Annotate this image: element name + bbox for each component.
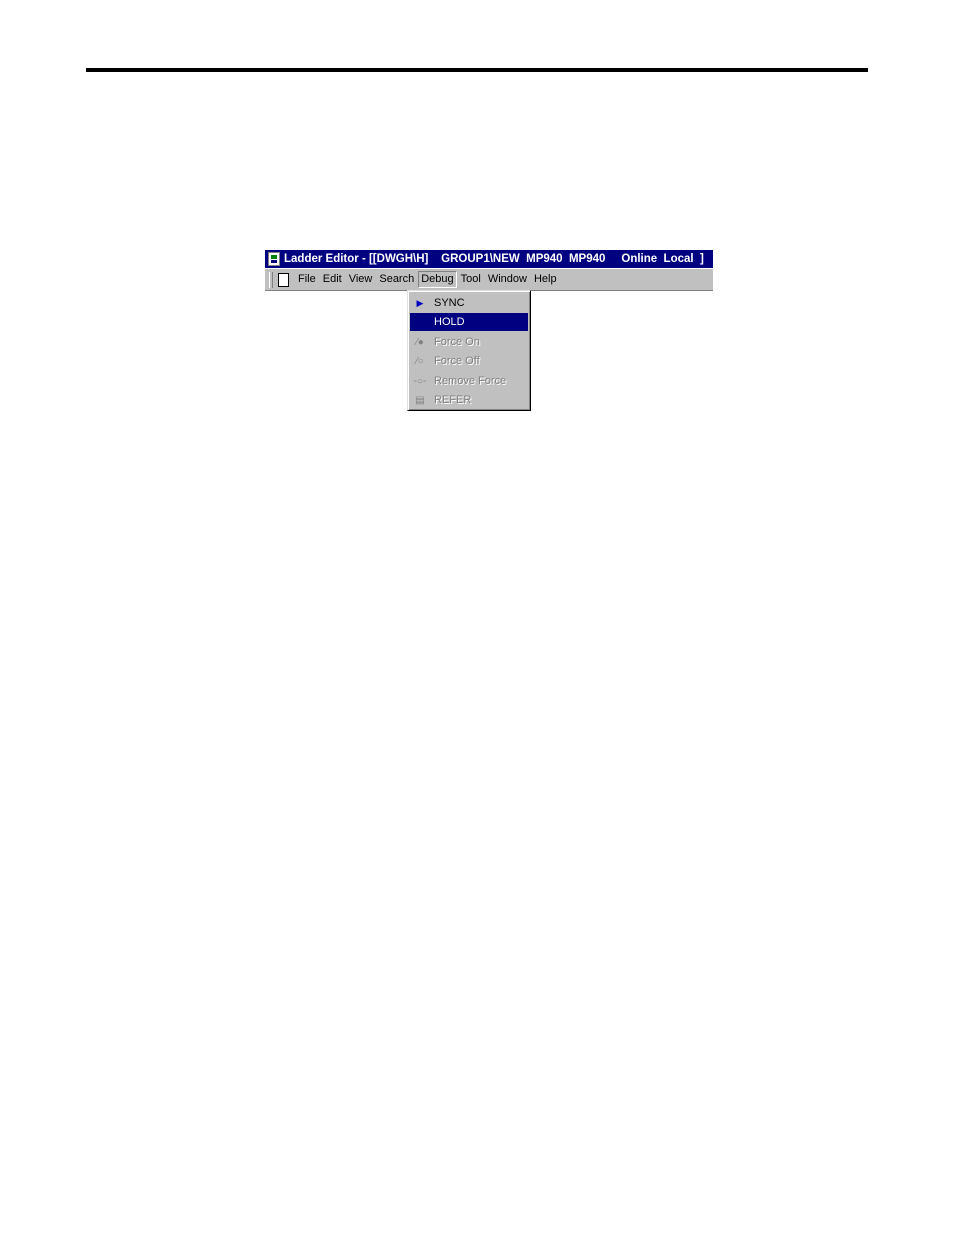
ladder-editor-window: Ladder Editor - [[DWGH\H] GROUP1\NEW MP9… [265,250,714,412]
page-header-rule [86,68,868,72]
debug-item-label: Force Off [434,355,480,367]
menu-help[interactable]: Help [531,271,560,288]
menu-window[interactable]: Window [485,271,530,288]
remove-force-icon: -○- [413,375,427,387]
menu-search[interactable]: Search [376,271,417,288]
debug-item-label: SYNC [434,297,465,309]
debug-item-refer[interactable]: ▤ REFER [410,391,528,409]
debug-item-hold[interactable]: HOLD [410,313,528,331]
debug-item-label: Remove Force [434,375,507,387]
title-bar[interactable]: Ladder Editor - [[DWGH\H] GROUP1\NEW MP9… [265,250,713,268]
menu-edit[interactable]: Edit [320,271,345,288]
document-icon[interactable] [278,272,289,287]
refer-icon: ▤ [415,394,425,406]
debug-dropdown: ▶ SYNC HOLD ⁄● Force On ⁄○ Force Off -○-… [407,290,531,411]
debug-item-label: REFER [434,394,472,406]
hold-icon-blank [410,315,430,329]
app-icon[interactable] [268,252,280,266]
menu-debug[interactable]: Debug [418,271,457,288]
debug-item-label: HOLD [434,316,465,328]
menu-bar: File Edit View Search Debug Tool Window … [265,269,713,291]
debug-item-sync[interactable]: ▶ SYNC [410,294,528,312]
menu-tool[interactable]: Tool [458,271,484,288]
debug-item-force-on[interactable]: ⁄● Force On [410,333,528,351]
debug-item-force-off[interactable]: ⁄○ Force Off [410,352,528,370]
toolbar-grip[interactable] [269,271,273,288]
debug-item-remove-force[interactable]: -○- Remove Force [410,372,528,390]
force-on-icon: ⁄● [416,336,424,348]
window-title: Ladder Editor - [[DWGH\H] GROUP1\NEW MP9… [284,253,704,265]
sync-icon: ▶ [416,297,424,308]
menu-file[interactable]: File [295,271,319,288]
force-off-icon: ⁄○ [416,355,424,367]
menu-view[interactable]: View [346,271,376,288]
debug-item-label: Force On [434,336,480,348]
